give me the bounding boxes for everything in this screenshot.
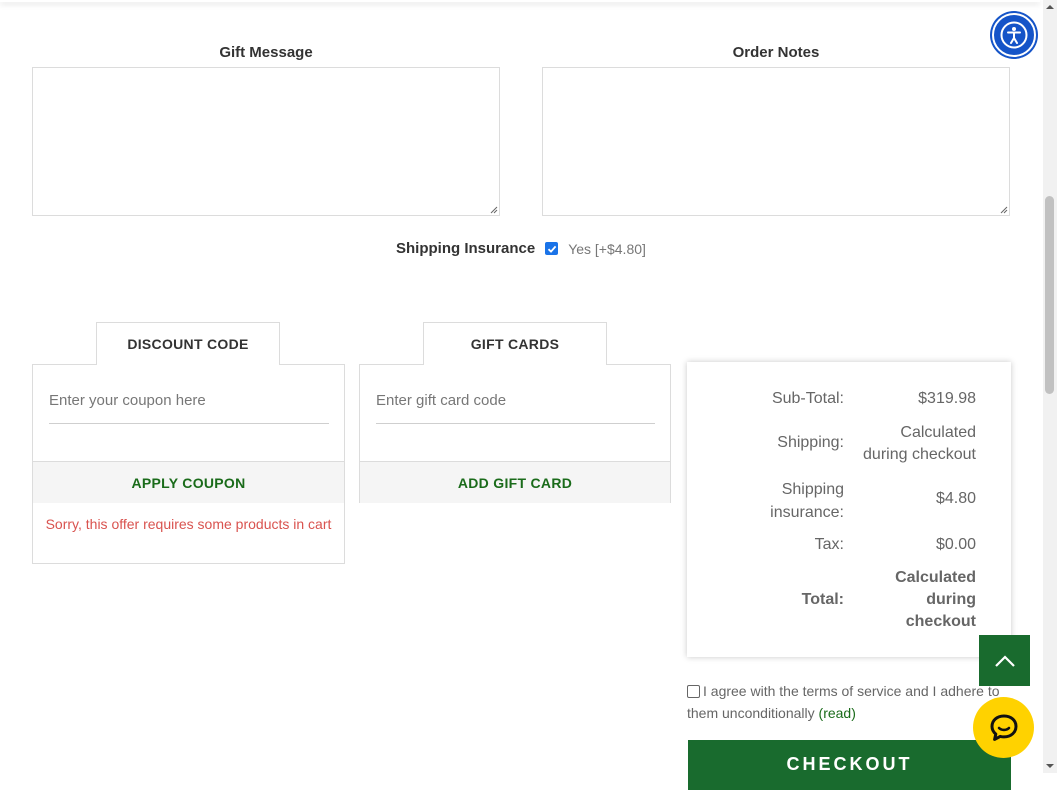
scrollbar-thumb[interactable]	[1045, 196, 1054, 394]
subtotal-value: $319.98	[918, 390, 976, 407]
shipping-insurance-option: Yes [+$4.80]	[568, 240, 646, 257]
total-label: Total:	[801, 591, 844, 608]
shipping-label: Shipping:	[777, 434, 844, 451]
shipping-value: Calculated during checkout	[863, 422, 976, 466]
checkmark-icon	[547, 245, 556, 253]
terms-checkbox[interactable]	[687, 685, 700, 698]
subtotal-label: Sub-Total:	[771, 390, 844, 407]
shipping-value-line: Calculated	[900, 424, 976, 441]
shipping-insurance-row: Shipping Insurance Yes [+$4.80]	[396, 240, 646, 257]
scroll-to-top-button[interactable]	[979, 635, 1030, 686]
resize-grip-icon[interactable]	[490, 206, 498, 214]
order-notes-label: Order Notes	[732, 44, 820, 61]
tab-discount-code[interactable]: DISCOUNT CODE	[96, 322, 280, 365]
tax-value: $0.00	[935, 536, 976, 553]
coupon-error-message: Sorry, this offer requires some products…	[45, 516, 332, 532]
gift-card-panel: ADD GIFT CARD	[359, 364, 671, 503]
apply-coupon-button[interactable]: APPLY COUPON	[33, 461, 344, 503]
terms-read-link[interactable]: (read)	[819, 705, 856, 721]
insurance-label: Shipping insurance:	[770, 478, 844, 524]
gift-message-textarea[interactable]	[32, 67, 500, 216]
resize-grip-icon[interactable]	[1000, 206, 1008, 214]
chat-icon	[990, 714, 1017, 741]
shipping-insurance-label: Shipping Insurance	[396, 240, 536, 257]
shipping-value-line: during checkout	[863, 446, 976, 463]
insurance-label-line: Shipping	[781, 481, 844, 498]
tab-gift-cards[interactable]: GIFT CARDS	[423, 322, 607, 365]
scroll-down-arrow-icon[interactable]	[1045, 762, 1055, 770]
checkout-button[interactable]: CHECKOUT	[688, 740, 1011, 790]
tax-label: Tax:	[814, 536, 844, 553]
scroll-up-arrow-icon[interactable]	[1045, 3, 1055, 11]
top-card-edge	[0, 0, 1040, 2]
insurance-value: $4.80	[935, 490, 976, 507]
add-gift-card-button[interactable]: ADD GIFT CARD	[360, 461, 670, 503]
coupon-input[interactable]	[49, 378, 329, 424]
gift-message-label: Gift Message	[219, 44, 313, 61]
gift-card-input[interactable]	[376, 378, 655, 424]
chevron-up-icon	[994, 654, 1015, 667]
chat-button[interactable]	[973, 697, 1034, 758]
order-summary: Sub-Total: $319.98 Shipping: Calculated …	[687, 362, 1011, 657]
order-notes-textarea[interactable]	[542, 67, 1010, 216]
total-value-line: checkout	[905, 613, 976, 630]
total-value-line: during	[926, 591, 976, 608]
terms-agreement: I agree with the terms of service and I …	[687, 680, 1007, 724]
insurance-label-line: insurance:	[770, 504, 844, 521]
total-value: Calculated during checkout	[895, 567, 976, 633]
shipping-insurance-checkbox[interactable]	[545, 242, 559, 255]
total-value-line: Calculated	[895, 569, 976, 586]
discount-panel: APPLY COUPON Sorry, this offer requires …	[32, 364, 345, 564]
